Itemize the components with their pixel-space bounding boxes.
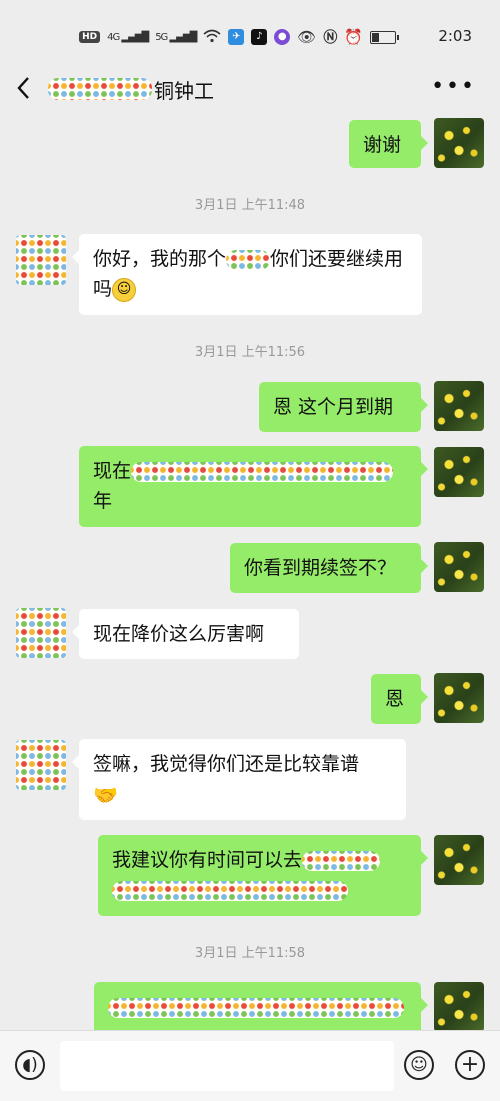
input-bar: ◖) ☺ + [0,1030,500,1101]
message-text: 谢谢 [363,134,402,156]
contact-avatar[interactable] [16,608,66,658]
status-time: 2:03 [438,27,472,45]
contact-avatar[interactable] [16,740,66,790]
nfc-icon: Ⓝ [323,30,338,46]
plus-icon[interactable]: + [455,1050,485,1080]
message-text-part: 年 [93,490,113,512]
message-text-part: 现在 [93,460,132,482]
message-text-part: 你好，我的那个 [93,248,227,270]
my-avatar[interactable] [434,447,484,497]
message-text: 你看到期续签不？ [244,557,397,579]
contact-avatar[interactable] [16,235,66,285]
app-notification-icon: ● [274,29,291,45]
battery-icon [370,30,399,44]
my-avatar[interactable] [434,835,484,885]
message-text: 恩 [385,688,405,710]
message-text: 恩 这个月到期 [273,396,394,418]
message-bubble-out[interactable]: 恩 [371,674,428,724]
my-avatar[interactable] [434,381,484,431]
my-avatar[interactable] [434,982,484,1032]
message-bubble-out[interactable]: 谢谢 [349,120,428,168]
message-bubble-out[interactable]: 现在 年 [79,446,428,527]
more-options-icon[interactable]: ••• [431,74,476,99]
my-avatar[interactable] [434,118,484,168]
redacted-text [131,461,394,482]
redacted-text [108,997,404,1018]
message-text: 现在降价这么厉害啊 [93,623,265,645]
my-avatar[interactable] [434,542,484,592]
message-text: 我建议你有时间可以去 [112,849,303,871]
message-bubble-out[interactable]: 我建议你有时间可以去 [98,835,428,916]
message-bubble-out[interactable]: 你看到期续签不？ [230,543,428,593]
redacted-text [302,850,381,871]
wifi-icon [203,29,221,46]
redacted-contact-name [48,78,152,100]
network-5g-label: 5G [155,31,168,43]
message-bubble-in[interactable]: 签嘛，我觉得你们还是比较靠谱 🤝 [72,739,406,820]
voice-icon[interactable]: ◖) [15,1050,45,1080]
message-bubble-in[interactable]: 现在降价这么厉害啊 [72,609,299,659]
redacted-text [112,880,348,901]
handshake-emoji-icon: 🤝 [93,782,118,807]
status-bar: HD 4G ▂▄▆█ 5G ▂▄▆█ ✈ ♪ ● 👁 Ⓝ ⏰ 2:03 [0,0,500,72]
signal-4g-icon: 4G ▂▄▆█ [107,31,149,43]
emoji-icon[interactable]: ☺ [404,1050,434,1080]
network-4g-label: 4G [107,31,120,43]
message-text: 签嘛，我觉得你们还是比较靠谱 [93,753,360,775]
my-avatar[interactable] [434,673,484,723]
status-icons: HD 4G ▂▄▆█ 5G ▂▄▆█ ✈ ♪ ● 👁 Ⓝ ⏰ [79,27,399,47]
chat-header: 铜钟工 ••• [0,64,500,114]
timestamp: 3月1日 上午11:58 [194,946,306,961]
alarm-icon: ⏰ [344,28,363,46]
hd-badge: HD [79,31,101,43]
message-input[interactable] [60,1041,394,1091]
message-bubble-out[interactable]: 恩 这个月到期 [259,382,428,432]
tiktok-icon: ♪ [251,29,268,45]
back-icon[interactable] [16,76,30,106]
app-notification-icon: ✈ [228,29,245,45]
redacted-text [226,249,271,270]
message-bubble-in[interactable]: 你好，我的那个 你们还要继续用吗 ☺ [72,234,422,315]
signal-5g-icon: 5G ▂▄▆█ [155,31,197,43]
chat-title: 铜钟工 [154,79,214,103]
eye-icon: 👁 [297,28,317,46]
timestamp: 3月1日 上午11:48 [194,198,306,213]
smile-emoji-icon: ☺ [112,277,137,302]
timestamp: 3月1日 上午11:56 [194,345,306,360]
